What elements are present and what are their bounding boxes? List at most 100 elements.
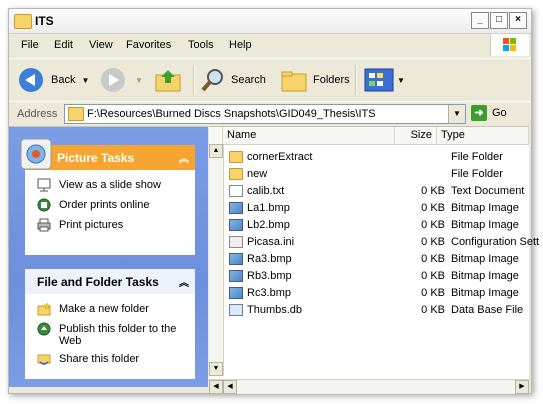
file-size: 0 KB <box>421 219 445 231</box>
config-file-icon <box>229 236 243 248</box>
column-header-name[interactable]: Name <box>223 127 395 144</box>
up-folder-icon <box>155 70 181 92</box>
task-label: Make a new folder <box>59 303 149 315</box>
file-list-view: Name Size Type ▲ ▼ cornerExtract File Fo… <box>209 126 539 394</box>
file-type: Bitmap Image <box>451 287 519 299</box>
picture-tasks-header[interactable]: Picture Tasks ︽ <box>20 138 195 170</box>
picture-tasks-icon <box>20 138 52 170</box>
forward-button[interactable]: ▼ <box>97 59 143 101</box>
address-dropdown-icon[interactable]: ▼ <box>448 105 465 123</box>
file-row[interactable]: Picasa.ini 0 KB Configuration Sett <box>223 234 539 251</box>
minimize-button[interactable]: _ <box>471 12 489 29</box>
menu-view[interactable]: View <box>89 39 113 51</box>
scroll-left-icon[interactable]: ◀ <box>223 380 237 394</box>
task-make-new-folder[interactable]: Make a new folder <box>25 300 195 320</box>
address-value: F:\Resources\Burned Discs Snapshots\GID0… <box>87 108 376 120</box>
close-button[interactable]: × <box>509 12 527 29</box>
address-input[interactable]: F:\Resources\Burned Discs Snapshots\GID0… <box>64 104 466 124</box>
file-size: 0 KB <box>421 304 445 316</box>
task-label: View as a slide show <box>59 179 161 191</box>
text-file-icon <box>229 185 243 197</box>
menu-help[interactable]: Help <box>229 39 252 51</box>
file-size: 0 KB <box>421 287 445 299</box>
views-dropdown-icon[interactable]: ▼ <box>397 76 405 85</box>
file-row[interactable]: Rc3.bmp 0 KB Bitmap Image <box>223 285 529 302</box>
slideshow-icon <box>37 178 51 192</box>
file-size: 0 KB <box>421 270 445 282</box>
back-arrow-icon <box>19 68 43 92</box>
folders-button[interactable]: Folders <box>279 59 350 101</box>
file-row[interactable]: Lb2.bmp 0 KB Bitmap Image <box>223 217 529 234</box>
search-button[interactable]: Search <box>199 59 266 101</box>
menu-bar: File Edit View Favorites Tools Help <box>9 36 531 56</box>
back-label: Back <box>51 74 76 86</box>
address-label: Address <box>17 108 58 120</box>
scroll-left-icon[interactable]: ◀ <box>209 380 223 394</box>
scroll-up-icon[interactable]: ▲ <box>209 144 223 158</box>
task-pane: Picture Tasks ︽ View as a slide show Ord… <box>9 126 208 387</box>
file-type: File Folder <box>451 151 503 163</box>
title-bar[interactable]: ITS _ □ × <box>9 9 531 34</box>
forward-dropdown-icon[interactable]: ▼ <box>135 76 143 85</box>
file-type: Bitmap Image <box>451 253 519 265</box>
menu-favorites[interactable]: Favorites <box>126 39 171 51</box>
file-name: Rb3.bmp <box>247 270 292 282</box>
picture-tasks-title: Picture Tasks <box>57 151 135 165</box>
collapse-chevron-icon[interactable]: ︽ <box>179 150 189 165</box>
back-button[interactable]: Back ▼ <box>15 59 89 101</box>
file-row[interactable]: calib.txt 0 KB Text Document <box>223 183 529 200</box>
file-row[interactable]: Ra3.bmp 0 KB Bitmap Image <box>223 251 529 268</box>
file-row[interactable]: Thumbs.db 0 KB Data Base File <box>223 302 529 319</box>
go-button[interactable]: ➜ Go <box>471 105 507 121</box>
file-name: Thumbs.db <box>247 304 303 316</box>
back-dropdown-icon[interactable]: ▼ <box>81 76 89 85</box>
task-publish-folder[interactable]: Publish this folder to the Web <box>25 320 195 350</box>
views-button[interactable]: ▼ <box>363 59 405 101</box>
collapse-chevron-icon[interactable]: ︽ <box>179 274 189 289</box>
window-title: ITS <box>35 14 54 28</box>
column-header-size[interactable]: Size <box>395 127 437 144</box>
search-label: Search <box>231 74 266 86</box>
file-row[interactable]: Rb3.bmp 0 KB Bitmap Image <box>223 268 529 285</box>
vertical-scrollbar[interactable]: ▲ ▼ <box>209 144 224 376</box>
file-row[interactable]: cornerExtract File Folder <box>223 149 529 166</box>
task-label: Publish this folder to the <box>59 323 177 335</box>
file-size: 0 KB <box>421 236 445 248</box>
maximize-button[interactable]: □ <box>490 12 508 29</box>
file-name: Ra3.bmp <box>247 253 292 265</box>
horizontal-scrollbar[interactable]: ◀ ◀ ▶ <box>209 379 529 394</box>
bitmap-icon <box>229 287 243 299</box>
go-arrow-icon: ➜ <box>471 105 487 121</box>
database-file-icon <box>229 304 243 316</box>
file-type: Bitmap Image <box>451 202 519 214</box>
task-print-pictures[interactable]: Print pictures <box>25 216 195 236</box>
task-share-folder[interactable]: Share this folder <box>25 350 195 370</box>
scroll-down-icon[interactable]: ▼ <box>209 362 223 376</box>
menu-edit[interactable]: Edit <box>54 39 73 51</box>
scroll-right-icon[interactable]: ▶ <box>515 380 529 394</box>
menu-tools[interactable]: Tools <box>188 39 214 51</box>
file-size: 0 KB <box>421 202 445 214</box>
file-name: La1.bmp <box>247 202 290 214</box>
views-icon <box>364 68 394 92</box>
menu-file[interactable]: File <box>21 39 39 51</box>
folder-icon <box>229 151 243 163</box>
task-label: Share this folder <box>59 353 140 365</box>
bitmap-icon <box>229 202 243 214</box>
task-label: Print pictures <box>59 219 124 231</box>
file-name: new <box>247 168 268 180</box>
toolbar-separator <box>355 65 357 95</box>
file-name: Rc3.bmp <box>247 287 292 299</box>
file-folder-tasks-header[interactable]: File and Folder Tasks ︽ <box>25 269 195 294</box>
order-prints-icon <box>37 198 51 212</box>
task-view-slideshow[interactable]: View as a slide show <box>25 176 195 196</box>
bitmap-icon <box>229 219 243 231</box>
printer-icon <box>37 218 51 232</box>
file-row[interactable]: La1.bmp 0 KB Bitmap Image <box>223 200 529 217</box>
windows-logo-icon <box>490 34 529 56</box>
column-header-type[interactable]: Type <box>437 127 529 144</box>
up-folder-button[interactable] <box>153 59 183 101</box>
file-row[interactable]: new File Folder <box>223 166 529 183</box>
task-order-prints[interactable]: Order prints online <box>25 196 195 216</box>
explorer-window: ITS _ □ × File Edit View Favorites Tools… <box>8 8 539 394</box>
